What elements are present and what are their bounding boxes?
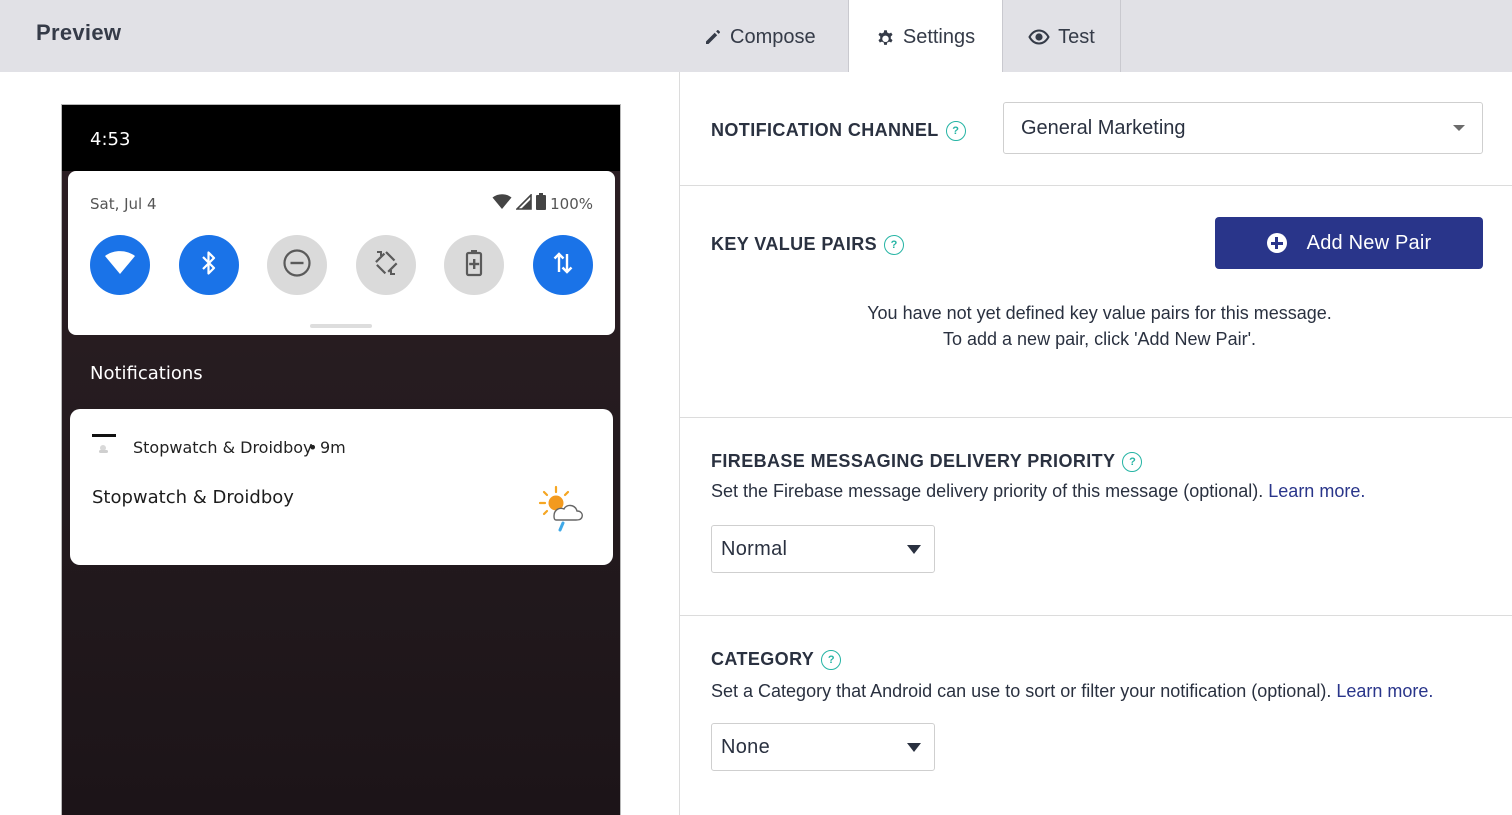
tab-test[interactable]: Test xyxy=(1003,0,1121,72)
battery-percent: 100% xyxy=(550,194,593,213)
wifi-signal-icon xyxy=(492,193,512,214)
auto-rotate-icon xyxy=(371,248,401,283)
notification-app-name: Stopwatch & Droidboy xyxy=(133,438,313,457)
key-value-pairs-section: KEY VALUE PAIRS ? Add New Pair You have … xyxy=(680,186,1512,418)
bluetooth-icon xyxy=(200,249,218,282)
category-section: CATEGORY ? Set a Category that Android c… xyxy=(680,616,1512,815)
do-not-disturb-tile[interactable] xyxy=(267,235,328,295)
plus-circle-icon xyxy=(1266,233,1287,253)
eye-icon xyxy=(1028,29,1050,45)
learn-more-link[interactable]: Learn more. xyxy=(1268,481,1365,501)
tab-compose[interactable]: Compose xyxy=(704,0,848,72)
tab-settings[interactable]: Settings xyxy=(848,0,1003,72)
quick-settings-tiles xyxy=(90,235,593,295)
notifications-header: Notifications xyxy=(90,363,203,384)
wifi-icon xyxy=(104,250,136,280)
phone-date: Sat, Jul 4 xyxy=(90,195,157,213)
app-icon xyxy=(92,434,116,458)
auto-rotate-tile[interactable] xyxy=(355,235,416,295)
quick-settings-panel: Sat, Jul 4 100% xyxy=(68,171,615,335)
cell-signal-icon xyxy=(515,192,532,214)
delivery-priority-label: FIREBASE MESSAGING DELIVERY PRIORITY ? xyxy=(711,451,1143,472)
notification-title: Stopwatch & Droidboy xyxy=(92,487,294,508)
preview-title: Preview xyxy=(36,20,122,45)
wifi-tile[interactable] xyxy=(90,235,150,295)
learn-more-link[interactable]: Learn more. xyxy=(1336,681,1433,701)
chevron-down-icon xyxy=(1453,125,1465,131)
bluetooth-tile[interactable] xyxy=(178,235,239,295)
quick-settings-drag-handle[interactable] xyxy=(310,324,372,328)
gear-icon xyxy=(876,28,895,47)
category-value: None xyxy=(721,735,771,758)
do-not-disturb-icon xyxy=(282,248,312,283)
phone-status-icons: 100% xyxy=(492,192,593,214)
mobile-data-icon xyxy=(552,250,574,281)
pencil-icon xyxy=(704,28,722,46)
settings-panel: NOTIFICATION CHANNEL ? General Marketing… xyxy=(679,72,1512,815)
help-icon[interactable]: ? xyxy=(1122,451,1143,472)
weather-icon xyxy=(536,483,586,533)
battery-saver-icon xyxy=(465,249,483,282)
battery-icon xyxy=(536,193,547,214)
notification-channel-section: NOTIFICATION CHANNEL ? General Marketing xyxy=(680,72,1512,186)
help-icon[interactable]: ? xyxy=(945,120,966,141)
category-label: CATEGORY ? xyxy=(711,649,842,670)
delivery-priority-select[interactable]: Normal xyxy=(711,525,935,573)
mobile-data-tile[interactable] xyxy=(532,235,593,295)
delivery-priority-value: Normal xyxy=(721,537,788,560)
empty-message-line-2: To add a new pair, click 'Add New Pair'. xyxy=(942,329,1257,349)
notification-separator: • xyxy=(308,438,318,457)
category-select[interactable]: None xyxy=(711,723,935,771)
notification-card[interactable]: Stopwatch & Droidboy • 9m Stopwatch & Dr… xyxy=(70,409,613,565)
tab-compose-label: Compose xyxy=(730,25,816,48)
phone-preview: 4:53 Sat, Jul 4 100% Notifications Stopw… xyxy=(61,104,621,815)
tab-settings-label: Settings xyxy=(902,25,976,48)
notification-channel-value: General Marketing xyxy=(1021,116,1186,139)
notification-time: 9m xyxy=(320,438,346,457)
notification-channel-select[interactable]: General Marketing xyxy=(1003,102,1483,154)
top-bar: Preview Compose Settings Test xyxy=(0,0,1512,72)
notification-channel-label: NOTIFICATION CHANNEL ? xyxy=(711,120,966,141)
add-new-pair-button[interactable]: Add New Pair xyxy=(1215,217,1483,269)
empty-message-line-1: You have not yet defined key value pairs… xyxy=(867,303,1332,323)
caret-down-icon xyxy=(907,743,921,752)
tab-test-label: Test xyxy=(1058,25,1095,48)
delivery-priority-section: FIREBASE MESSAGING DELIVERY PRIORITY ? S… xyxy=(680,418,1512,616)
key-value-pairs-label: KEY VALUE PAIRS ? xyxy=(711,234,905,255)
help-icon[interactable]: ? xyxy=(884,234,905,255)
key-value-empty-message: You have not yet defined key value pairs… xyxy=(680,300,1512,352)
phone-clock: 4:53 xyxy=(90,129,131,150)
category-description: Set a Category that Android can use to s… xyxy=(711,681,1434,701)
caret-down-icon xyxy=(907,545,921,554)
phone-status-bar: 4:53 xyxy=(62,105,620,171)
add-new-pair-label: Add New Pair xyxy=(1306,231,1432,254)
delivery-priority-description: Set the Firebase message delivery priori… xyxy=(711,481,1366,501)
help-icon[interactable]: ? xyxy=(821,649,842,670)
battery-saver-tile[interactable] xyxy=(444,235,505,295)
